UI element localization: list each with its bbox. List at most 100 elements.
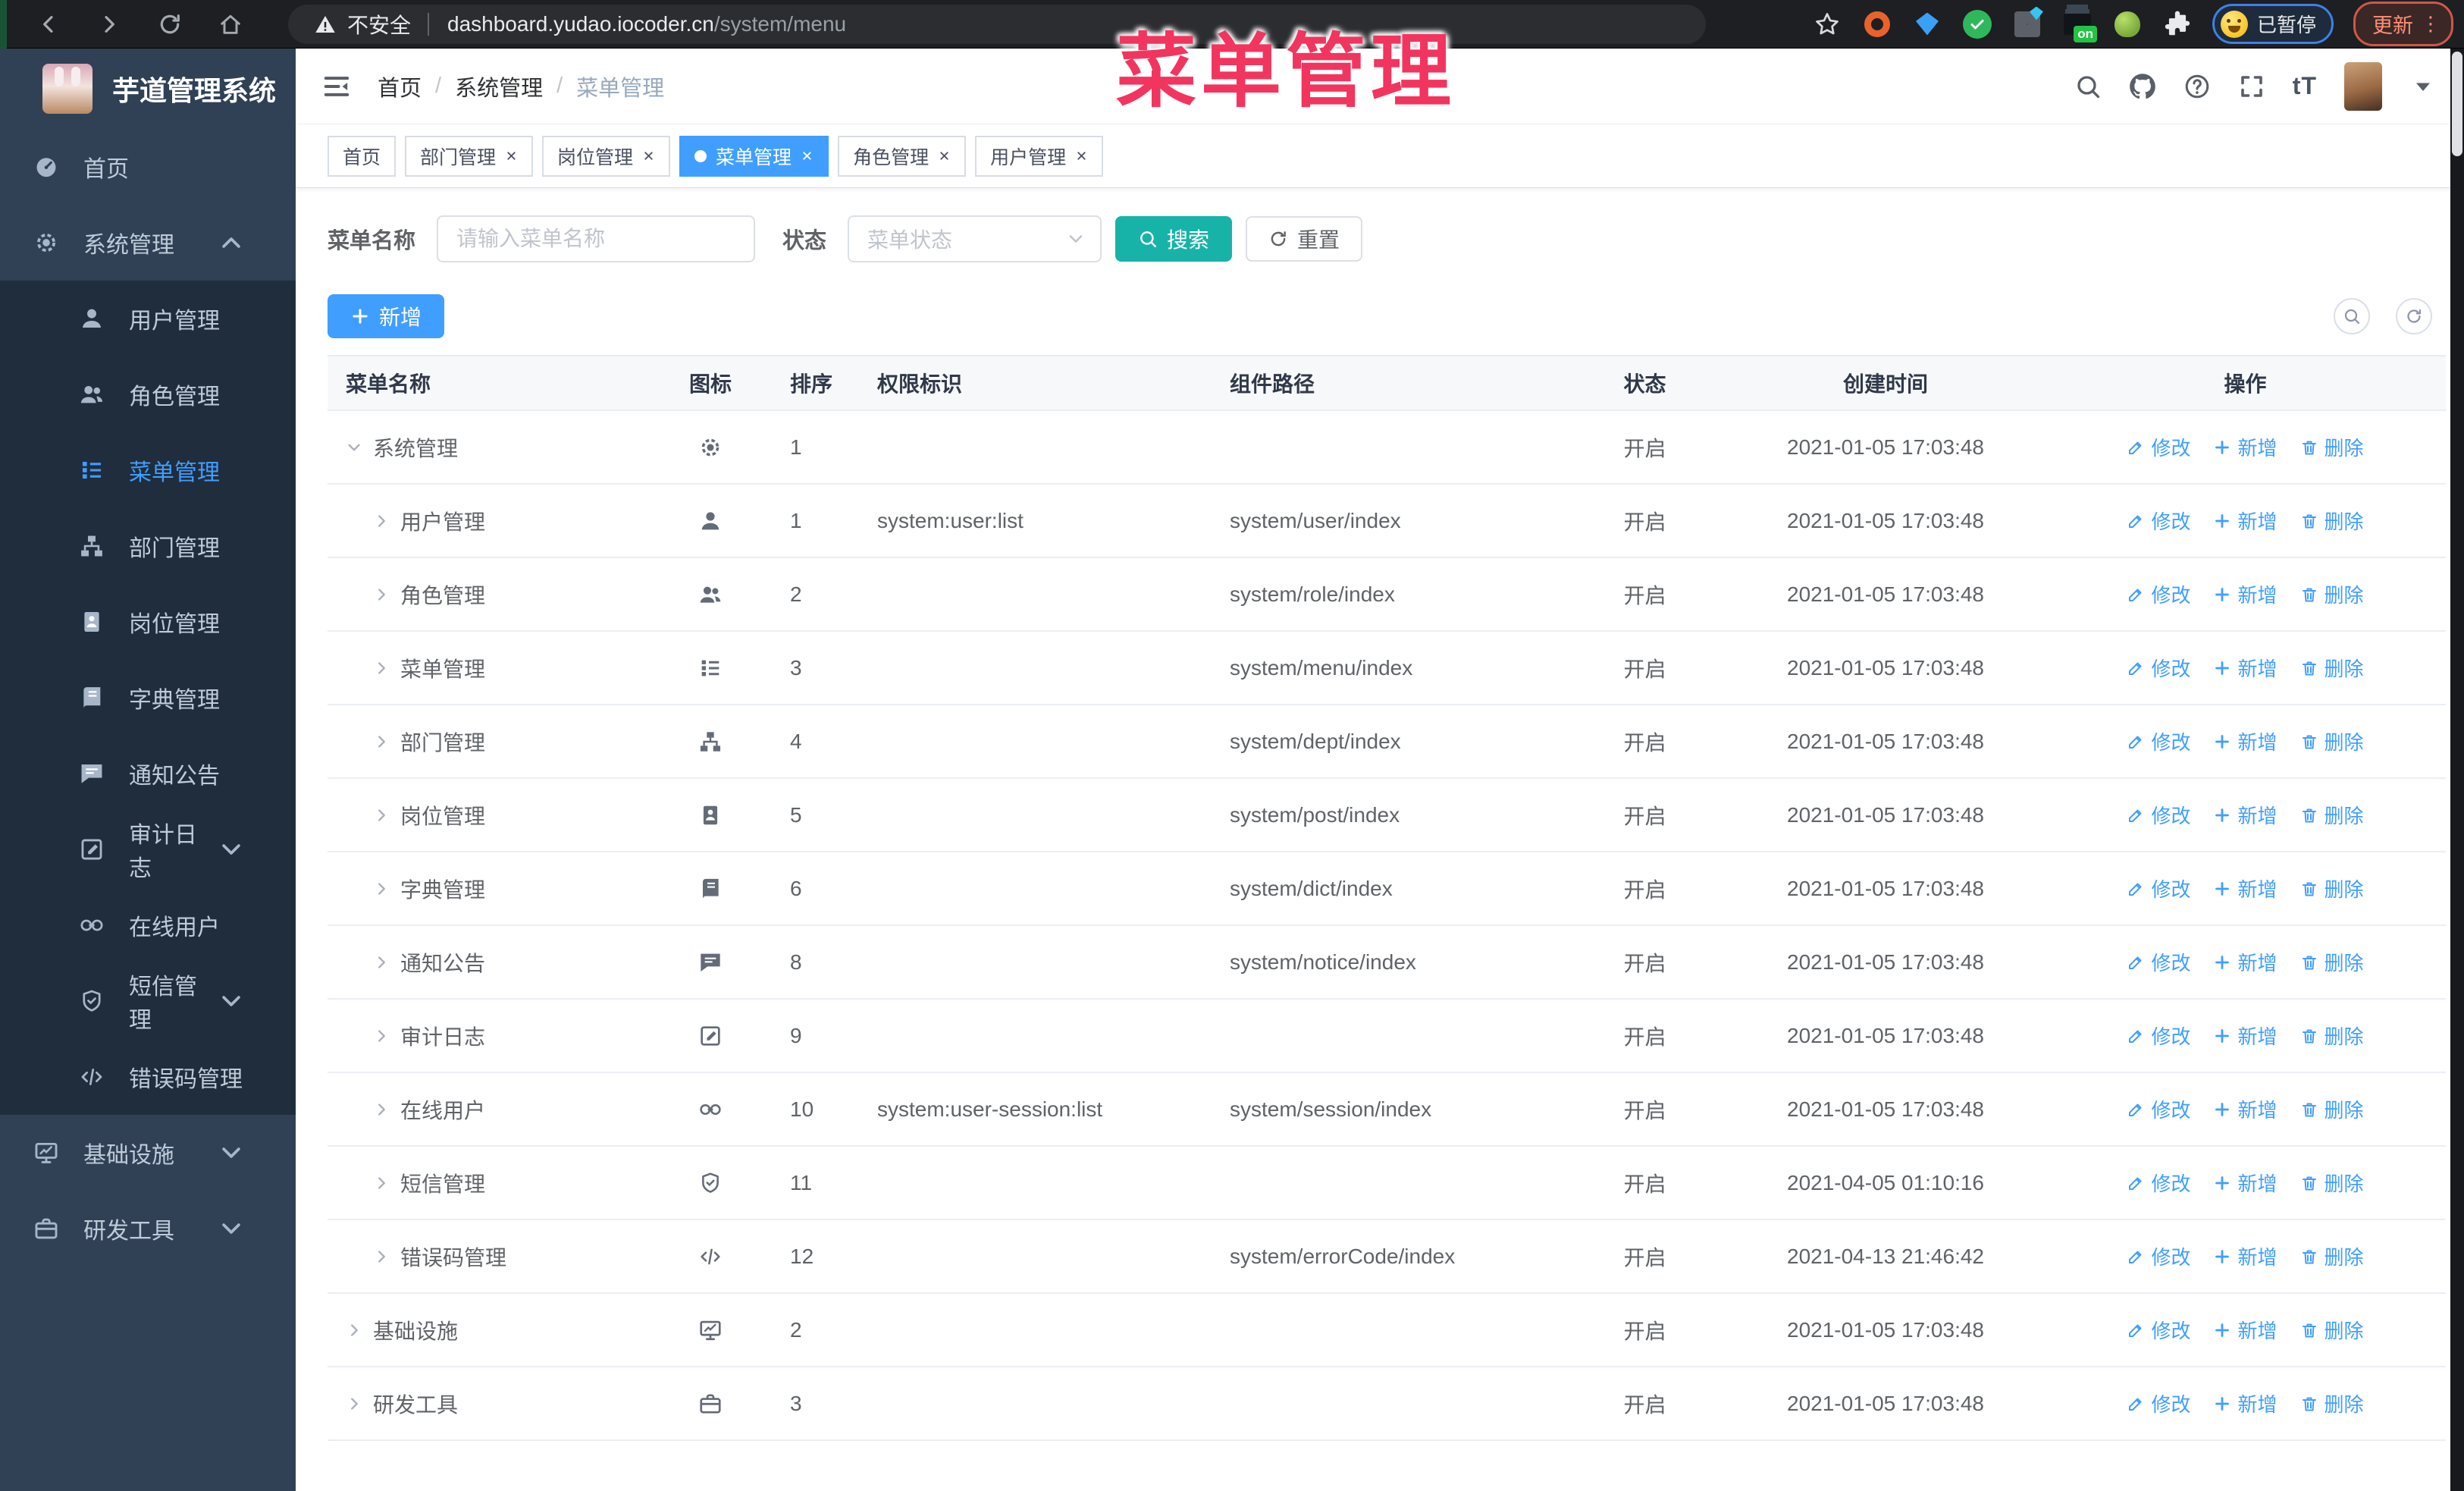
row-action-删除[interactable]: 删除 (2300, 1022, 2364, 1050)
row-action-新增[interactable]: 新增 (2213, 507, 2277, 535)
row-action-删除[interactable]: 删除 (2300, 1389, 2364, 1417)
row-action-修改[interactable]: 修改 (2127, 580, 2190, 608)
row-name-cell[interactable]: 部门管理 (328, 727, 654, 757)
header-search-icon[interactable] (2074, 73, 2102, 100)
paused-extension-badge[interactable]: 已暂停 (2212, 4, 2334, 44)
row-name-cell[interactable]: 基础设施 (328, 1315, 654, 1345)
sidebar-item-岗位管理[interactable]: 岗位管理 (0, 584, 296, 660)
tab-部门管理[interactable]: 部门管理 (405, 135, 534, 177)
row-action-修改[interactable]: 修改 (2127, 507, 2190, 535)
row-action-删除[interactable]: 删除 (2300, 1169, 2364, 1197)
row-name-cell[interactable]: 短信管理 (328, 1168, 654, 1198)
browser-menu-dots-icon[interactable]: ⋮ (2421, 12, 2440, 36)
tab-角色管理[interactable]: 角色管理 (838, 135, 967, 177)
refresh-table-button[interactable] (2396, 298, 2432, 334)
row-action-新增[interactable]: 新增 (2213, 948, 2277, 976)
row-name-cell[interactable]: 错误码管理 (328, 1241, 654, 1272)
row-name-cell[interactable]: 审计日志 (328, 1021, 654, 1051)
sidebar-item-菜单管理[interactable]: 菜单管理 (0, 432, 296, 508)
browser-update-button[interactable]: 更新 ⋮ (2353, 2, 2453, 46)
row-action-删除[interactable]: 删除 (2300, 874, 2364, 902)
sidebar-item-部门管理[interactable]: 部门管理 (0, 508, 296, 584)
sidebar-item-基础设施[interactable]: 基础设施 (0, 1115, 296, 1191)
breadcrumb-system[interactable]: 系统管理 (455, 71, 543, 102)
extension-orange-ring-icon[interactable] (1862, 9, 1892, 39)
sidebar-item-角色管理[interactable]: 角色管理 (0, 356, 296, 432)
extension-onenote-icon[interactable]: on (2062, 9, 2097, 42)
sidebar-item-短信管理[interactable]: 短信管理 (0, 963, 296, 1039)
row-name-cell[interactable]: 研发工具 (328, 1389, 654, 1419)
add-button[interactable]: 新增 (328, 294, 445, 338)
row-action-删除[interactable]: 删除 (2300, 507, 2364, 535)
extensions-puzzle-icon[interactable] (2162, 9, 2193, 39)
help-icon[interactable] (2183, 73, 2211, 100)
address-bar[interactable]: 不安全 dashboard.yudao.iocoder.cn /system/m… (288, 4, 1706, 44)
breadcrumb-home[interactable]: 首页 (378, 71, 422, 102)
row-name-cell[interactable]: 字典管理 (328, 874, 654, 904)
row-action-新增[interactable]: 新增 (2213, 1169, 2277, 1197)
row-action-新增[interactable]: 新增 (2213, 1095, 2277, 1123)
row-action-新增[interactable]: 新增 (2213, 1242, 2277, 1270)
row-action-修改[interactable]: 修改 (2127, 1095, 2190, 1123)
tab-用户管理[interactable]: 用户管理 (975, 135, 1104, 177)
row-action-删除[interactable]: 删除 (2300, 1095, 2364, 1123)
extension-green-check-icon[interactable] (1962, 9, 1992, 39)
row-name-cell[interactable]: 菜单管理 (328, 653, 654, 683)
row-action-新增[interactable]: 新增 (2213, 1022, 2277, 1050)
row-name-cell[interactable]: 用户管理 (328, 506, 654, 536)
row-name-cell[interactable]: 系统管理 (328, 432, 654, 463)
browser-reload-button[interactable] (140, 5, 200, 44)
tab-岗位管理[interactable]: 岗位管理 (542, 135, 671, 177)
row-action-删除[interactable]: 删除 (2300, 801, 2364, 829)
avatar-caret-down-icon[interactable] (2409, 73, 2437, 100)
extension-green-bug-icon[interactable] (2112, 9, 2143, 39)
row-action-删除[interactable]: 删除 (2300, 1316, 2364, 1344)
github-icon[interactable] (2129, 73, 2156, 100)
browser-home-button[interactable] (200, 5, 261, 44)
sidebar-item-研发工具[interactable]: 研发工具 (0, 1191, 296, 1267)
row-action-新增[interactable]: 新增 (2213, 433, 2277, 461)
row-action-删除[interactable]: 删除 (2300, 580, 2364, 608)
row-name-cell[interactable]: 岗位管理 (328, 800, 654, 830)
search-button[interactable]: 搜索 (1115, 216, 1233, 262)
row-action-新增[interactable]: 新增 (2213, 1389, 2277, 1417)
fullscreen-icon[interactable] (2238, 73, 2265, 100)
row-action-新增[interactable]: 新增 (2213, 727, 2277, 755)
row-action-修改[interactable]: 修改 (2127, 1242, 2190, 1270)
row-action-删除[interactable]: 删除 (2300, 654, 2364, 682)
row-action-新增[interactable]: 新增 (2213, 874, 2277, 902)
tab-首页[interactable]: 首页 (328, 135, 397, 177)
row-action-新增[interactable]: 新增 (2213, 580, 2277, 608)
bookmark-star-icon[interactable] (1812, 9, 1842, 39)
row-action-修改[interactable]: 修改 (2127, 874, 2190, 902)
row-action-新增[interactable]: 新增 (2213, 801, 2277, 829)
browser-back-button[interactable] (18, 5, 79, 44)
page-scrollbar[interactable] (2450, 49, 2464, 1491)
row-action-新增[interactable]: 新增 (2213, 1316, 2277, 1344)
row-action-删除[interactable]: 删除 (2300, 433, 2364, 461)
row-action-修改[interactable]: 修改 (2127, 727, 2190, 755)
row-action-修改[interactable]: 修改 (2127, 801, 2190, 829)
row-action-修改[interactable]: 修改 (2127, 1316, 2190, 1344)
row-name-cell[interactable]: 角色管理 (328, 579, 654, 610)
sidebar-item-系统管理[interactable]: 系统管理 (0, 205, 296, 281)
app-logo[interactable]: 芋道管理系统 (0, 49, 296, 129)
row-action-修改[interactable]: 修改 (2127, 1389, 2190, 1417)
row-action-修改[interactable]: 修改 (2127, 1022, 2190, 1050)
sidebar-item-错误码管理[interactable]: 错误码管理 (0, 1039, 296, 1115)
status-select[interactable]: 菜单状态 (848, 215, 1102, 262)
sidebar-collapse-icon[interactable] (321, 71, 352, 102)
row-action-修改[interactable]: 修改 (2127, 948, 2190, 976)
row-action-修改[interactable]: 修改 (2127, 433, 2190, 461)
sidebar-item-通知公告[interactable]: 通知公告 (0, 736, 296, 811)
tab-菜单管理[interactable]: 菜单管理 (679, 135, 829, 177)
sidebar-item-在线用户[interactable]: 在线用户 (0, 887, 296, 963)
extension-blue-gem-icon[interactable] (1912, 9, 1942, 39)
user-avatar[interactable] (2344, 61, 2382, 111)
row-action-修改[interactable]: 修改 (2127, 1169, 2190, 1197)
row-action-新增[interactable]: 新增 (2213, 654, 2277, 682)
menu-name-input[interactable] (437, 215, 756, 262)
row-name-cell[interactable]: 通知公告 (328, 947, 654, 978)
reset-button[interactable]: 重置 (1246, 216, 1363, 262)
sidebar-item-用户管理[interactable]: 用户管理 (0, 281, 296, 356)
